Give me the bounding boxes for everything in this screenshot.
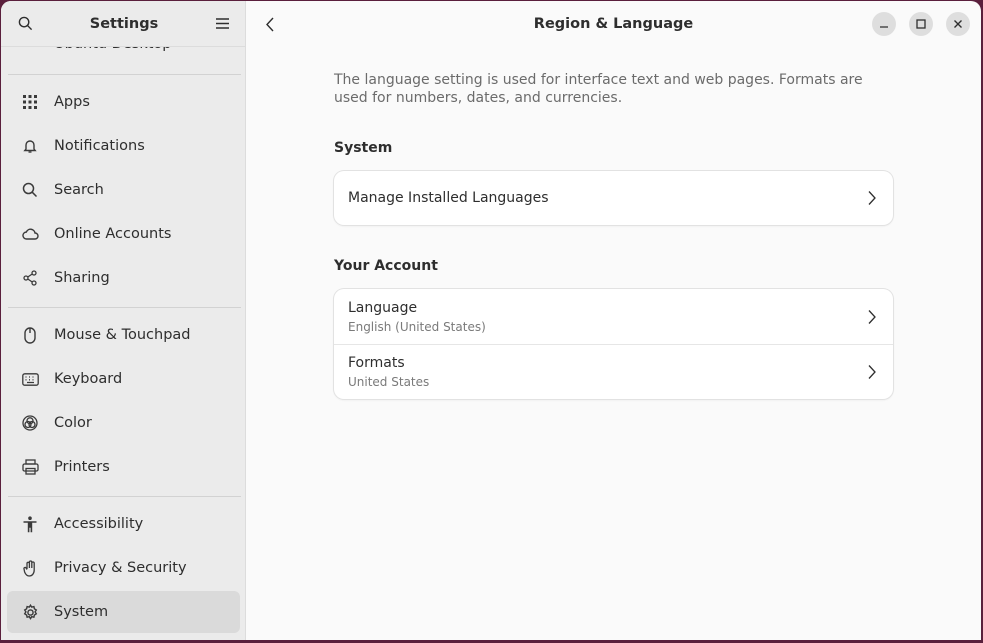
main-menu-button[interactable] bbox=[213, 14, 233, 34]
section-title-system: System bbox=[334, 140, 393, 156]
chevron-left-icon bbox=[266, 17, 274, 31]
manage-installed-languages-row[interactable]: Manage Installed Languages bbox=[334, 171, 893, 225]
chevron-right-icon bbox=[868, 365, 876, 379]
sidebar-item-apps[interactable]: Apps bbox=[7, 81, 240, 123]
sidebar-item-accessibility[interactable]: Accessibility bbox=[7, 503, 240, 545]
row-title: Formats bbox=[348, 355, 405, 371]
account-card: Language English (United States) Formats… bbox=[334, 289, 893, 399]
sidebar-item-label: Online Accounts bbox=[54, 226, 172, 242]
bell-icon bbox=[21, 137, 39, 155]
color-icon bbox=[21, 414, 39, 432]
sidebar-item-label: Accessibility bbox=[54, 516, 144, 532]
sidebar-item-label: Apps bbox=[54, 94, 90, 110]
language-row[interactable]: Language English (United States) bbox=[334, 289, 893, 344]
close-button[interactable] bbox=[946, 12, 970, 36]
sidebar-item-label: System bbox=[54, 604, 109, 620]
maximize-icon bbox=[916, 19, 926, 29]
back-button[interactable] bbox=[260, 14, 280, 34]
sidebar: Ubuntu Desktop Apps bbox=[1, 1, 246, 640]
mouse-icon bbox=[21, 326, 39, 344]
minimize-button[interactable] bbox=[872, 12, 896, 36]
hand-icon bbox=[21, 559, 39, 577]
sidebar-item-label: Search bbox=[54, 182, 104, 198]
hamburger-menu-icon bbox=[216, 18, 230, 29]
minimize-icon bbox=[880, 26, 888, 28]
share-icon bbox=[21, 269, 39, 287]
close-icon bbox=[954, 20, 962, 28]
search-icon bbox=[21, 181, 39, 199]
chevron-right-icon bbox=[868, 191, 876, 205]
settings-window: Ubuntu Desktop Apps bbox=[1, 1, 981, 640]
sidebar-item-label: Sharing bbox=[54, 270, 110, 286]
sidebar-item-notifications[interactable]: Notifications bbox=[7, 125, 240, 167]
gear-icon bbox=[21, 603, 39, 621]
section-title-your-account: Your Account bbox=[334, 258, 438, 274]
sidebar-item-privacy-security[interactable]: Privacy & Security bbox=[7, 547, 240, 589]
sidebar-item-search[interactable]: Search bbox=[7, 169, 240, 211]
row-title: Language bbox=[348, 299, 418, 316]
sidebar-title: Settings bbox=[89, 15, 159, 32]
sidebar-item-label: Notifications bbox=[54, 138, 145, 154]
row-subtitle: English (United States) bbox=[348, 319, 486, 334]
printer-icon bbox=[21, 458, 39, 476]
accessibility-icon bbox=[21, 515, 39, 533]
sidebar-item-label: Privacy & Security bbox=[54, 560, 187, 576]
sidebar-item-label: Printers bbox=[54, 459, 110, 475]
sidebar-item-label: Keyboard bbox=[54, 371, 123, 387]
sidebar-item-system[interactable]: System bbox=[7, 591, 240, 633]
page-title: Region & Language bbox=[533, 16, 694, 32]
sidebar-item-color[interactable]: Color bbox=[7, 402, 240, 444]
page-description: The language setting is used for interfa… bbox=[334, 72, 863, 106]
sidebar-item-online-accounts[interactable]: Online Accounts bbox=[7, 213, 240, 255]
window-controls bbox=[872, 12, 970, 36]
sidebar-item-label: Mouse & Touchpad bbox=[54, 327, 191, 343]
cloud-icon bbox=[21, 225, 39, 243]
sidebar-separator bbox=[8, 307, 241, 308]
main-header: Region & Language bbox=[246, 1, 981, 47]
keyboard-icon bbox=[21, 370, 39, 388]
main-content: Region & Language The language setting i… bbox=[246, 1, 981, 640]
search-icon bbox=[18, 16, 32, 31]
sidebar-item-printers[interactable]: Printers bbox=[7, 446, 240, 488]
sidebar-item-mouse-touchpad[interactable]: Mouse & Touchpad bbox=[7, 314, 240, 356]
formats-row[interactable]: Formats United States bbox=[334, 344, 893, 399]
maximize-button[interactable] bbox=[909, 12, 933, 36]
sidebar-item-sharing[interactable]: Sharing bbox=[7, 257, 240, 299]
row-subtitle: United States bbox=[348, 375, 430, 389]
apps-grid-icon bbox=[21, 93, 39, 111]
sidebar-header: Settings bbox=[1, 1, 245, 47]
chevron-right-icon bbox=[868, 309, 876, 324]
row-title: Manage Installed Languages bbox=[348, 190, 549, 206]
sidebar-separator bbox=[8, 496, 241, 497]
search-button[interactable] bbox=[15, 14, 35, 34]
sidebar-item-keyboard[interactable]: Keyboard bbox=[7, 358, 240, 400]
sidebar-separator bbox=[8, 74, 241, 75]
system-card: Manage Installed Languages bbox=[334, 171, 893, 225]
sidebar-item-label: Color bbox=[54, 415, 92, 431]
